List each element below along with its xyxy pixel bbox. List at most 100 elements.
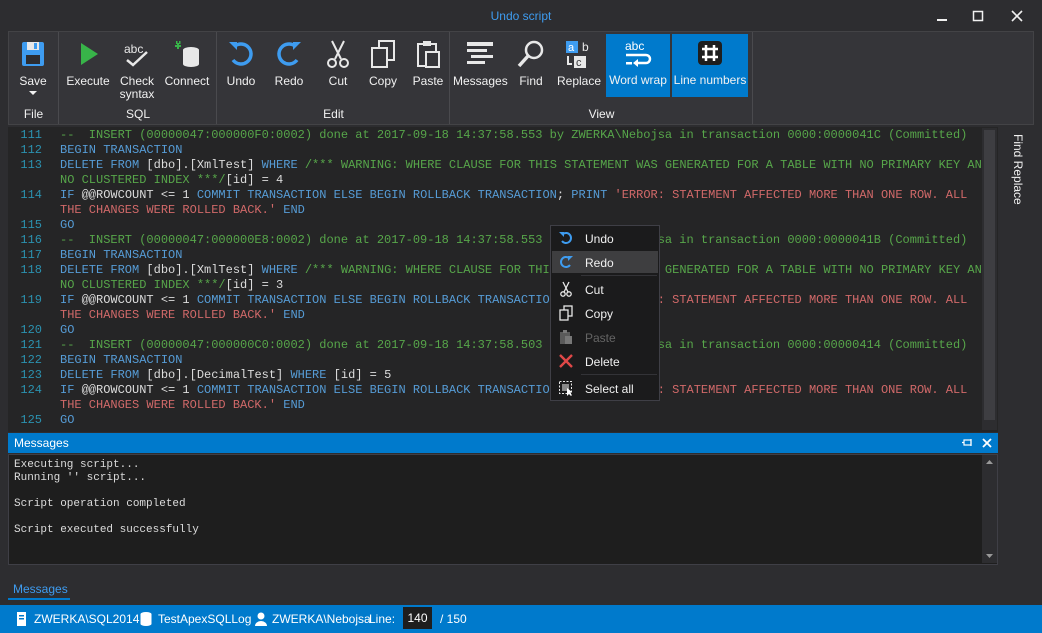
- database-connect-icon: [175, 41, 199, 67]
- connect-button[interactable]: Connect: [162, 35, 212, 101]
- message-line: Executing script...: [14, 459, 140, 471]
- code-token: @@ROWCOUNT <= 1: [81, 383, 197, 397]
- ribbon-group-view: Messages Find abc Replace abc Word wrap …: [451, 32, 753, 124]
- word-wrap-icon: abc: [625, 39, 652, 67]
- line-numbers-button[interactable]: Line numbers: [672, 34, 748, 97]
- redo-icon: [277, 42, 301, 66]
- code-token: GO: [60, 218, 75, 232]
- code-line: GO: [60, 413, 74, 427]
- status-line-label: Line:: [369, 612, 396, 626]
- line-number: 117: [20, 248, 42, 262]
- check-syntax-button[interactable]: abc Check syntax: [114, 35, 160, 101]
- editor-scroll-thumb[interactable]: [984, 130, 995, 420]
- menu-item-delete[interactable]: Delete: [552, 350, 658, 372]
- redo-button[interactable]: Redo: [270, 35, 308, 101]
- title-bar: Undo script: [0, 0, 1042, 31]
- line-number-input[interactable]: [403, 607, 432, 629]
- redo-icon: [560, 256, 573, 268]
- line-number: 123: [20, 368, 42, 382]
- code-token: [dbo].[XmlTest]: [146, 158, 262, 172]
- code-token: IF: [60, 383, 82, 397]
- close-panel-icon[interactable]: [981, 437, 993, 449]
- close-icon: [1011, 10, 1023, 22]
- select-all-icon: [559, 381, 572, 396]
- code-line: -- INSERT (00000047:000000E8:0002) done …: [60, 233, 967, 247]
- word-wrap-button[interactable]: abc Word wrap: [606, 34, 670, 97]
- code-token: GO: [60, 323, 75, 337]
- menu-separator: [581, 275, 657, 276]
- replace-button[interactable]: abc Replace: [555, 35, 603, 101]
- menu-item-paste[interactable]: Paste: [552, 326, 658, 348]
- line-number: 125: [20, 413, 42, 427]
- code-token: [id] = 3: [225, 278, 284, 292]
- code-token: @@ROWCOUNT <= 1: [81, 188, 197, 202]
- menu-item-select-all[interactable]: Select all: [552, 377, 658, 399]
- find-button[interactable]: Find: [511, 35, 551, 101]
- line-number: 116: [20, 233, 42, 247]
- copy-button[interactable]: Copy: [363, 35, 403, 101]
- code-token: BEGIN TRANSACTION: [60, 248, 183, 262]
- check-syntax-label-1: Check: [119, 74, 154, 88]
- code-token: THE CHANGES WERE ROLLED BACK.': [60, 308, 284, 322]
- code-token: WHERE: [261, 158, 305, 172]
- check-syntax-icon: abc: [124, 42, 148, 67]
- menu-label-undo: Undo: [585, 232, 614, 246]
- line-number: 120: [20, 323, 42, 337]
- save-button[interactable]: Save: [11, 35, 55, 101]
- code-line: BEGIN TRANSACTION: [60, 143, 182, 157]
- execute-button[interactable]: Execute: [64, 35, 112, 101]
- messages-vertical-scrollbar[interactable]: [982, 455, 997, 563]
- code-editor[interactable]: 111 -- INSERT (00000047:000000F0:0002) do…: [8, 127, 998, 432]
- message-line: [14, 485, 992, 498]
- delete-icon: [559, 354, 573, 368]
- save-label: Save: [19, 74, 47, 88]
- line-number: 113: [20, 158, 42, 172]
- code-token: BEGIN TRANSACTION: [60, 143, 183, 157]
- svg-text:abc: abc: [625, 39, 644, 53]
- code-token: /*** WARNING: WHERE CLAUSE FOR THIS STAT…: [304, 158, 989, 172]
- menu-item-undo[interactable]: Undo: [552, 227, 658, 249]
- code-token: END: [283, 308, 305, 322]
- menu-item-cut[interactable]: Cut: [552, 278, 658, 300]
- scroll-up-icon: [986, 460, 993, 464]
- code-token: COMMIT TRANSACTION ELSE BEGIN ROLLBACK T…: [196, 293, 557, 307]
- code-line: -- INSERT (00000047:000000F0:0002) done …: [60, 128, 967, 142]
- code-line: DELETE FROM [dbo].[XmlTest] WHERE /*** W…: [60, 263, 989, 277]
- code-line: IF @@ROWCOUNT <= 1 COMMIT TRANSACTION EL…: [60, 383, 967, 397]
- find-replace-tab[interactable]: Find Replace: [1011, 134, 1025, 205]
- line-number: 122: [20, 353, 42, 367]
- undo-button[interactable]: Undo: [222, 35, 260, 101]
- minimize-button[interactable]: [933, 7, 951, 25]
- messages-panel-title: Messages: [14, 436, 69, 450]
- paste-icon: [417, 41, 440, 68]
- group-title-sql: SQL: [125, 107, 150, 121]
- code-line: THE CHANGES WERE ROLLED BACK.' END: [60, 203, 305, 217]
- code-token: WHERE: [290, 368, 334, 382]
- messages-button[interactable]: Messages: [453, 35, 508, 101]
- messages-panel-header: Messages: [8, 433, 998, 453]
- code-token: COMMIT TRANSACTION ELSE BEGIN ROLLBACK T…: [196, 188, 557, 202]
- line-number: 111: [20, 128, 42, 142]
- ribbon-group-file: Save File: [9, 32, 59, 124]
- code-token: DELETE FROM: [60, 368, 147, 382]
- context-menu: Undo Redo Cut Copy Paste Delete Select a…: [550, 225, 660, 401]
- menu-label-cut: Cut: [585, 283, 604, 297]
- code-token: NO CLUSTERED INDEX ***/: [60, 278, 226, 292]
- paste-button[interactable]: Paste: [408, 35, 448, 101]
- message-line: Running '' script...: [14, 472, 147, 484]
- code-line: BEGIN TRANSACTION: [60, 353, 182, 367]
- tab-messages[interactable]: Messages: [13, 582, 68, 596]
- code-token: [id] = 5: [333, 368, 392, 382]
- copy-icon: [371, 40, 395, 68]
- close-button[interactable]: [1008, 7, 1026, 25]
- cut-button[interactable]: Cut: [318, 35, 358, 101]
- maximize-button[interactable]: [969, 7, 987, 25]
- copy-icon: [559, 305, 573, 321]
- menu-separator: [581, 374, 657, 375]
- menu-item-redo[interactable]: Redo: [552, 251, 658, 273]
- group-title-edit: Edit: [323, 107, 344, 121]
- pin-icon[interactable]: [962, 437, 974, 449]
- replace-label: Replace: [556, 74, 602, 88]
- menu-item-copy[interactable]: Copy: [552, 302, 658, 324]
- paste-icon: [560, 330, 572, 344]
